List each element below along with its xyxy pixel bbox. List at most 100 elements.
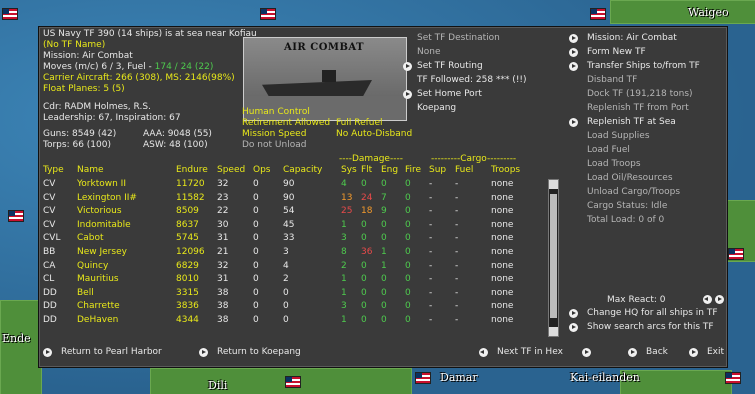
us-flag-icon[interactable] <box>2 8 18 20</box>
full-refuel[interactable]: Full Refuel <box>336 118 383 129</box>
menu-disband-tf[interactable]: Disband TF <box>587 75 637 86</box>
column-header[interactable]: Eng <box>381 165 398 175</box>
menu-load-oil[interactable]: Load Oil/Resources <box>587 173 673 184</box>
table-cell: CVL <box>43 233 61 243</box>
ship-name[interactable]: Mauritius <box>77 274 119 285</box>
table-cell: 3 <box>341 233 347 243</box>
return-koepang-button[interactable]: Return to Koepang <box>217 347 301 358</box>
table-cell: - <box>429 233 433 243</box>
commander[interactable]: Cdr: RADM Holmes, R.S. <box>43 102 151 113</box>
torps: Torps: 66 (100) <box>43 140 111 150</box>
arrow-right-icon[interactable] <box>715 295 724 304</box>
carrier-aircraft[interactable]: Carrier Aircraft: 266 (308), MS: 2146(98… <box>43 73 235 84</box>
menu-replenish-port[interactable]: Replenish TF from Port <box>587 103 689 114</box>
table-cell: 3 <box>283 247 289 257</box>
set-tf-routing[interactable]: Set TF Routing <box>417 61 483 72</box>
mission-speed[interactable]: Mission Speed <box>242 129 306 140</box>
arrow-right-icon[interactable] <box>403 62 412 71</box>
menu-replenish-sea[interactable]: Replenish TF at Sea <box>587 117 676 128</box>
us-flag-icon[interactable] <box>725 372 741 384</box>
ship-name[interactable]: Victorious <box>77 206 122 217</box>
us-flag-icon[interactable] <box>260 8 276 20</box>
arrow-right-icon[interactable] <box>569 34 578 43</box>
column-header[interactable]: Speed <box>217 165 245 175</box>
menu-unload-cargo[interactable]: Unload Cargo/Troops <box>587 187 680 198</box>
us-flag-icon[interactable] <box>415 372 431 384</box>
us-flag-icon[interactable] <box>728 248 744 260</box>
column-header[interactable]: Type <box>43 165 64 175</box>
arrow-right-icon[interactable] <box>199 348 208 357</box>
menu-form-new-tf[interactable]: Form New TF <box>587 47 646 58</box>
arrow-right-icon[interactable] <box>582 348 591 357</box>
unload-option[interactable]: Do not Unload <box>242 140 306 151</box>
table-cell: 3315 <box>176 288 199 298</box>
scroll-thumb[interactable] <box>550 194 557 318</box>
menu-mission[interactable]: Mission: Air Combat <box>587 33 677 44</box>
table-cell: 0 <box>381 233 387 243</box>
menu-dock-tf[interactable]: Dock TF (191,218 tons) <box>587 89 693 100</box>
leadership: Leadership: 67, Inspiration: 67 <box>43 113 181 123</box>
table-cell: 38 <box>217 288 229 298</box>
column-header[interactable]: Endure <box>176 165 208 175</box>
scroll-down-icon[interactable] <box>549 327 558 336</box>
arrow-right-icon[interactable] <box>689 348 698 357</box>
us-flag-icon[interactable] <box>285 376 301 388</box>
menu-load-troops[interactable]: Load Troops <box>587 159 641 170</box>
human-control[interactable]: Human Control <box>242 107 310 118</box>
us-flag-icon[interactable] <box>590 8 606 20</box>
arrow-left-icon[interactable] <box>479 348 488 357</box>
cargo-status: Cargo Status: Idle <box>587 201 668 211</box>
show-search-arcs[interactable]: Show search arcs for this TF <box>587 322 714 333</box>
arrow-right-icon[interactable] <box>43 348 52 357</box>
column-header[interactable]: Capacity <box>283 165 322 175</box>
ship-name[interactable]: Charrette <box>77 301 120 312</box>
ship-name[interactable]: Indomitable <box>77 220 131 231</box>
ship-name[interactable]: Lexington II# <box>77 193 137 204</box>
menu-load-supplies[interactable]: Load Supplies <box>587 131 650 142</box>
arrow-right-icon[interactable] <box>569 118 578 127</box>
arrow-right-icon[interactable] <box>569 48 578 57</box>
ship-name[interactable]: Yorktown II <box>77 179 126 190</box>
float-planes[interactable]: Float Planes: 5 (5) <box>43 84 125 95</box>
auto-disband[interactable]: No Auto-Disband <box>336 129 412 140</box>
tf-name[interactable]: (No TF Name) <box>43 40 105 51</box>
retirement-allowed[interactable]: Retirement Allowed <box>242 118 330 129</box>
set-tf-destination[interactable]: Set TF Destination <box>417 33 500 44</box>
menu-transfer-ships[interactable]: Transfer Ships to/from TF <box>587 61 700 72</box>
us-flag-icon[interactable] <box>8 210 24 222</box>
column-header[interactable]: Fire <box>405 165 421 175</box>
change-hq[interactable]: Change HQ for all ships in TF <box>587 308 718 319</box>
ship-name[interactable]: DeHaven <box>77 315 118 326</box>
column-header[interactable]: Name <box>77 165 104 175</box>
arrow-right-icon[interactable] <box>569 323 578 332</box>
ship-name[interactable]: Quincy <box>77 261 108 272</box>
asw: ASW: 48 (100) <box>143 140 208 150</box>
table-scrollbar[interactable] <box>548 179 559 337</box>
table-cell: CV <box>43 206 56 216</box>
table-cell: 18 <box>361 206 373 216</box>
exit-button[interactable]: Exit <box>707 347 724 358</box>
ship-name[interactable]: Cabot <box>77 233 104 244</box>
arrow-right-icon[interactable] <box>403 90 412 99</box>
menu-load-fuel[interactable]: Load Fuel <box>587 145 630 156</box>
next-tf-button[interactable]: Next TF in Hex <box>497 347 563 358</box>
set-home-port[interactable]: Set Home Port <box>417 89 482 100</box>
column-header[interactable]: Fuel <box>455 165 473 175</box>
column-header[interactable]: Troops <box>491 165 520 175</box>
ship-name[interactable]: New Jersey <box>77 247 127 258</box>
arrow-right-icon[interactable] <box>569 62 578 71</box>
back-button[interactable]: Back <box>646 347 668 358</box>
arrow-right-icon[interactable] <box>569 309 578 318</box>
column-header[interactable]: Sup <box>429 165 446 175</box>
arrow-right-icon[interactable] <box>628 348 637 357</box>
scroll-up-icon[interactable] <box>549 180 558 189</box>
table-cell: - <box>429 247 433 257</box>
return-pearl-harbor-button[interactable]: Return to Pearl Harbor <box>61 347 162 358</box>
ship-name[interactable]: Bell <box>77 288 94 299</box>
table-cell: 90 <box>283 193 295 203</box>
arrow-left-icon[interactable] <box>703 295 712 304</box>
column-header[interactable]: Ops <box>253 165 271 175</box>
column-header[interactable]: Flt <box>361 165 372 175</box>
table-cell: 0 <box>405 301 411 311</box>
column-header[interactable]: Sys <box>341 165 357 175</box>
